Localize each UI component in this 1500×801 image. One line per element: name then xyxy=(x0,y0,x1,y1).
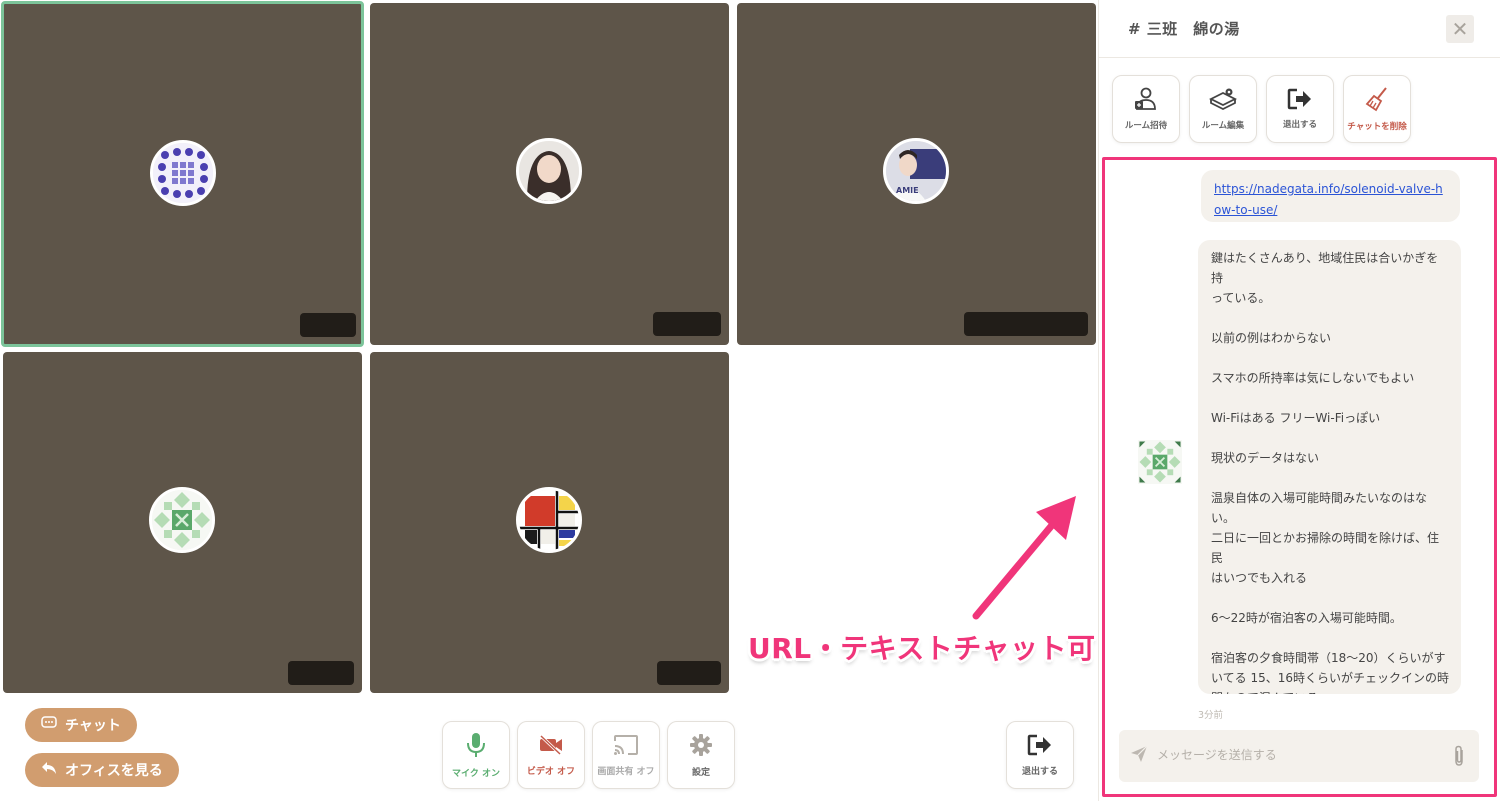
participant-nameplate-2 xyxy=(653,312,721,336)
screen-share-label: 画面共有 オフ xyxy=(597,766,655,777)
message-line: 温泉自体の入場可能時間みたいなのはない。 xyxy=(1211,491,1428,525)
message-line: 二日に一回とかお掃除の時間を除けば、住民 xyxy=(1211,531,1440,565)
mic-toggle-label: マイク オン xyxy=(452,768,500,779)
microphone-icon xyxy=(467,732,485,757)
video-off-icon xyxy=(539,734,562,755)
paperclip-icon[interactable] xyxy=(1452,745,1466,767)
message-line: Wi-Fiはある フリーWi-Fiっぽい xyxy=(1211,411,1381,425)
invite-room-label: ルーム招待 xyxy=(1124,121,1168,131)
participant-avatar-5 xyxy=(516,487,582,553)
cast-screen-icon xyxy=(614,734,638,755)
message-line: 間なので混んでいる。 xyxy=(1211,688,1449,694)
pattern-avatar-icon xyxy=(152,490,212,550)
message-line: はいつでも入れる xyxy=(1211,571,1308,585)
text-message-bubble: 鍵はたくさんあり、地域住民は合いかぎを持っている。以前の例はわからないスマホの所… xyxy=(1198,240,1461,694)
message-line: スマホの所持率は気にしないでもよい xyxy=(1211,371,1415,385)
edit-room-label: ルーム編集 xyxy=(1201,121,1245,131)
edit-room-button[interactable]: ルーム編集 xyxy=(1189,75,1257,143)
video-toggle-label: ビデオ オフ xyxy=(526,766,576,777)
send-icon[interactable] xyxy=(1130,745,1148,763)
annotation-caption: URL・テキストチャット可 xyxy=(748,632,1096,665)
message-line: 現状のデータはない xyxy=(1211,451,1320,465)
message-line: 宿泊客の夕食時間帯（18〜20）くらいがす xyxy=(1211,651,1446,665)
message-timestamp: 3分前 xyxy=(1198,710,1224,721)
video-tile-5[interactable] xyxy=(370,352,729,693)
message-input[interactable] xyxy=(1157,741,1447,769)
participant-nameplate-1 xyxy=(300,313,356,337)
message-composer xyxy=(1119,730,1479,782)
participant-avatar-3: AMIE xyxy=(883,138,949,204)
broom-icon xyxy=(1365,87,1387,112)
user-plus-icon xyxy=(1135,87,1156,110)
video-tile-4[interactable] xyxy=(3,352,362,693)
video-tile-3[interactable]: AMIE xyxy=(737,3,1096,345)
pattern-avatar-icon xyxy=(1138,440,1182,484)
participant-nameplate-4 xyxy=(288,661,354,685)
chat-button[interactable]: チャット xyxy=(25,708,137,742)
exit-icon xyxy=(1027,734,1051,755)
screen-share-button[interactable]: 画面共有 オフ xyxy=(592,721,660,789)
panel-header: # 三班 綿の湯 ✕ xyxy=(1099,0,1500,58)
settings-button[interactable]: 設定 xyxy=(667,721,735,789)
message-line: っている。 xyxy=(1211,291,1271,305)
room-title: # 三班 綿の湯 xyxy=(1128,20,1240,38)
message-line: いてる 15、16時くらいがチェックインの時 xyxy=(1211,671,1449,685)
message-line: 鍵はたくさんあり、地域住民は合いかぎを持 xyxy=(1211,251,1439,285)
chat-bubble-icon xyxy=(41,716,57,734)
message-line: 6〜22時が宿泊客の入場可能時間。 xyxy=(1211,611,1402,625)
close-icon: ✕ xyxy=(1451,17,1469,41)
delete-chat-button[interactable]: チャットを削除 xyxy=(1343,75,1411,143)
participant-nameplate-3 xyxy=(964,312,1088,336)
exit-icon xyxy=(1287,88,1311,110)
view-office-button-label: オフィスを見る xyxy=(65,763,163,779)
person-photo-icon: AMIE xyxy=(886,141,946,201)
settings-label: 設定 xyxy=(691,767,710,778)
exit-room-button[interactable]: 退出する xyxy=(1266,75,1334,143)
message-body: 鍵はたくさんあり、地域住民は合いかぎを持っている。以前の例はわからないスマホの所… xyxy=(1211,248,1449,694)
annotation-arrow-icon xyxy=(972,496,1076,620)
person-photo-icon xyxy=(519,141,579,201)
close-panel-button[interactable]: ✕ xyxy=(1446,15,1474,43)
mic-toggle-button[interactable]: マイク オン xyxy=(442,721,510,789)
message-line: 以前の例はわからない xyxy=(1211,331,1332,345)
invite-room-button[interactable]: ルーム招待 xyxy=(1112,75,1180,143)
participant-avatar-2 xyxy=(516,138,582,204)
svg-text:AMIE: AMIE xyxy=(896,186,919,195)
participant-avatar-4 xyxy=(149,487,215,553)
leave-button[interactable]: 退出する xyxy=(1006,721,1074,789)
sender-avatar xyxy=(1138,440,1182,484)
delete-chat-label: チャットを削除 xyxy=(1347,122,1407,132)
participant-avatar-1 xyxy=(150,140,216,206)
back-arrow-icon xyxy=(41,761,57,779)
message-link[interactable]: https://nadegata.info/solenoid-valve-how… xyxy=(1214,182,1443,217)
view-office-button[interactable]: オフィスを見る xyxy=(25,753,179,787)
video-tile-2[interactable] xyxy=(370,3,729,345)
video-toggle-button[interactable]: ビデオ オフ xyxy=(517,721,585,789)
exit-room-label: 退出する xyxy=(1282,120,1317,130)
video-meeting-app: AMIE チャット オフィスを見る マイク オン ビデオ オフ 画面共有 オフ … xyxy=(0,0,1500,801)
room-edit-icon xyxy=(1209,88,1237,111)
mondrian-avatar-icon xyxy=(519,490,579,550)
video-tile-1[interactable] xyxy=(1,1,364,347)
leave-button-label: 退出する xyxy=(1021,766,1058,777)
gear-icon xyxy=(690,733,712,756)
chat-button-label: チャット xyxy=(65,718,121,734)
pattern-avatar-icon xyxy=(153,143,213,203)
link-message-bubble: https://nadegata.info/solenoid-valve-how… xyxy=(1201,170,1460,222)
participant-nameplate-5 xyxy=(657,661,721,685)
